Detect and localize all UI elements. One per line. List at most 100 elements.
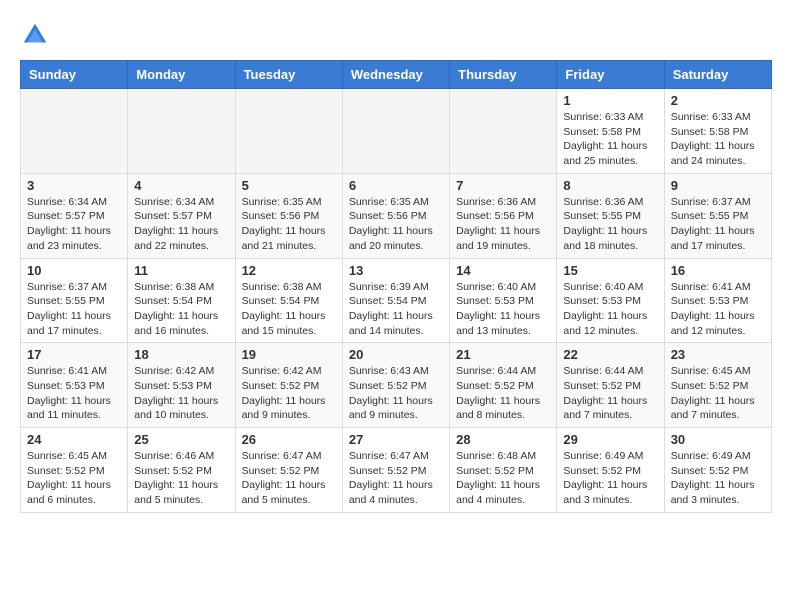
day-number: 15 [563,263,657,278]
calendar-cell [128,89,235,174]
day-number: 10 [27,263,121,278]
calendar-week-row: 3 Sunrise: 6:34 AM Sunset: 5:57 PM Daylig… [21,173,772,258]
day-header-saturday: Saturday [664,61,771,89]
calendar-cell: 2 Sunrise: 6:33 AM Sunset: 5:58 PM Daylig… [664,89,771,174]
logo-icon [20,20,50,50]
day-info: Sunrise: 6:36 AM Sunset: 5:56 PM Dayligh… [456,195,550,254]
day-info: Sunrise: 6:37 AM Sunset: 5:55 PM Dayligh… [671,195,765,254]
day-number: 26 [242,432,336,447]
calendar-cell: 23 Sunrise: 6:45 AM Sunset: 5:52 PM Dayli… [664,343,771,428]
calendar-cell: 17 Sunrise: 6:41 AM Sunset: 5:53 PM Dayli… [21,343,128,428]
day-info: Sunrise: 6:41 AM Sunset: 5:53 PM Dayligh… [671,280,765,339]
calendar-week-row: 10 Sunrise: 6:37 AM Sunset: 5:55 PM Dayli… [21,258,772,343]
day-header-tuesday: Tuesday [235,61,342,89]
day-number: 8 [563,178,657,193]
calendar-week-row: 24 Sunrise: 6:45 AM Sunset: 5:52 PM Dayli… [21,428,772,513]
day-info: Sunrise: 6:36 AM Sunset: 5:55 PM Dayligh… [563,195,657,254]
calendar-cell: 4 Sunrise: 6:34 AM Sunset: 5:57 PM Daylig… [128,173,235,258]
day-number: 4 [134,178,228,193]
day-number: 18 [134,347,228,362]
day-number: 9 [671,178,765,193]
day-info: Sunrise: 6:33 AM Sunset: 5:58 PM Dayligh… [563,110,657,169]
day-info: Sunrise: 6:49 AM Sunset: 5:52 PM Dayligh… [671,449,765,508]
calendar-cell: 7 Sunrise: 6:36 AM Sunset: 5:56 PM Daylig… [450,173,557,258]
day-info: Sunrise: 6:48 AM Sunset: 5:52 PM Dayligh… [456,449,550,508]
calendar-week-row: 17 Sunrise: 6:41 AM Sunset: 5:53 PM Dayli… [21,343,772,428]
calendar-cell: 12 Sunrise: 6:38 AM Sunset: 5:54 PM Dayli… [235,258,342,343]
day-info: Sunrise: 6:45 AM Sunset: 5:52 PM Dayligh… [27,449,121,508]
day-info: Sunrise: 6:43 AM Sunset: 5:52 PM Dayligh… [349,364,443,423]
day-number: 23 [671,347,765,362]
day-info: Sunrise: 6:44 AM Sunset: 5:52 PM Dayligh… [563,364,657,423]
day-number: 3 [27,178,121,193]
calendar-cell: 19 Sunrise: 6:42 AM Sunset: 5:52 PM Dayli… [235,343,342,428]
day-info: Sunrise: 6:37 AM Sunset: 5:55 PM Dayligh… [27,280,121,339]
day-number: 21 [456,347,550,362]
calendar-cell: 28 Sunrise: 6:48 AM Sunset: 5:52 PM Dayli… [450,428,557,513]
day-info: Sunrise: 6:42 AM Sunset: 5:53 PM Dayligh… [134,364,228,423]
day-info: Sunrise: 6:38 AM Sunset: 5:54 PM Dayligh… [134,280,228,339]
calendar-cell: 14 Sunrise: 6:40 AM Sunset: 5:53 PM Dayli… [450,258,557,343]
day-number: 6 [349,178,443,193]
day-number: 27 [349,432,443,447]
day-number: 19 [242,347,336,362]
calendar-cell: 22 Sunrise: 6:44 AM Sunset: 5:52 PM Dayli… [557,343,664,428]
day-number: 13 [349,263,443,278]
calendar-header-row: SundayMondayTuesdayWednesdayThursdayFrid… [21,61,772,89]
day-number: 14 [456,263,550,278]
day-number: 30 [671,432,765,447]
day-number: 16 [671,263,765,278]
calendar-cell [235,89,342,174]
calendar-cell: 18 Sunrise: 6:42 AM Sunset: 5:53 PM Dayli… [128,343,235,428]
day-info: Sunrise: 6:39 AM Sunset: 5:54 PM Dayligh… [349,280,443,339]
day-number: 5 [242,178,336,193]
day-number: 11 [134,263,228,278]
day-header-sunday: Sunday [21,61,128,89]
day-info: Sunrise: 6:40 AM Sunset: 5:53 PM Dayligh… [563,280,657,339]
day-info: Sunrise: 6:44 AM Sunset: 5:52 PM Dayligh… [456,364,550,423]
day-info: Sunrise: 6:47 AM Sunset: 5:52 PM Dayligh… [242,449,336,508]
calendar-cell: 20Sunrise: 6:43 AM Sunset: 5:52 PM Dayli… [342,343,449,428]
calendar-cell: 16 Sunrise: 6:41 AM Sunset: 5:53 PM Dayli… [664,258,771,343]
day-info: Sunrise: 6:33 AM Sunset: 5:58 PM Dayligh… [671,110,765,169]
day-info: Sunrise: 6:34 AM Sunset: 5:57 PM Dayligh… [27,195,121,254]
day-header-friday: Friday [557,61,664,89]
day-info: Sunrise: 6:40 AM Sunset: 5:53 PM Dayligh… [456,280,550,339]
day-number: 7 [456,178,550,193]
calendar-cell: 27 Sunrise: 6:47 AM Sunset: 5:52 PM Dayli… [342,428,449,513]
day-info: Sunrise: 6:38 AM Sunset: 5:54 PM Dayligh… [242,280,336,339]
day-number: 22 [563,347,657,362]
day-info: Sunrise: 6:49 AM Sunset: 5:52 PM Dayligh… [563,449,657,508]
day-number: 29 [563,432,657,447]
logo [20,20,54,50]
day-number: 1 [563,93,657,108]
calendar-cell: 21 Sunrise: 6:44 AM Sunset: 5:52 PM Dayli… [450,343,557,428]
calendar-cell: 13 Sunrise: 6:39 AM Sunset: 5:54 PM Dayli… [342,258,449,343]
calendar-cell: 15 Sunrise: 6:40 AM Sunset: 5:53 PM Dayli… [557,258,664,343]
calendar-cell: 10 Sunrise: 6:37 AM Sunset: 5:55 PM Dayli… [21,258,128,343]
day-info: Sunrise: 6:46 AM Sunset: 5:52 PM Dayligh… [134,449,228,508]
day-info: Sunrise: 6:45 AM Sunset: 5:52 PM Dayligh… [671,364,765,423]
calendar-cell: 11 Sunrise: 6:38 AM Sunset: 5:54 PM Dayli… [128,258,235,343]
day-number: 17 [27,347,121,362]
calendar-cell: 26 Sunrise: 6:47 AM Sunset: 5:52 PM Dayli… [235,428,342,513]
day-info: Sunrise: 6:35 AM Sunset: 5:56 PM Dayligh… [349,195,443,254]
day-number: 28 [456,432,550,447]
calendar-cell: 1 Sunrise: 6:33 AM Sunset: 5:58 PM Daylig… [557,89,664,174]
day-number: 2 [671,93,765,108]
day-info: Sunrise: 6:47 AM Sunset: 5:52 PM Dayligh… [349,449,443,508]
day-info: Sunrise: 6:41 AM Sunset: 5:53 PM Dayligh… [27,364,121,423]
day-number: 25 [134,432,228,447]
calendar-cell [342,89,449,174]
calendar-cell: 25 Sunrise: 6:46 AM Sunset: 5:52 PM Dayli… [128,428,235,513]
calendar-cell: 24 Sunrise: 6:45 AM Sunset: 5:52 PM Dayli… [21,428,128,513]
calendar-cell [450,89,557,174]
calendar-week-row: 1 Sunrise: 6:33 AM Sunset: 5:58 PM Daylig… [21,89,772,174]
day-number: 24 [27,432,121,447]
day-info: Sunrise: 6:35 AM Sunset: 5:56 PM Dayligh… [242,195,336,254]
day-header-thursday: Thursday [450,61,557,89]
day-number: 12 [242,263,336,278]
day-info: Sunrise: 6:34 AM Sunset: 5:57 PM Dayligh… [134,195,228,254]
calendar-cell: 9 Sunrise: 6:37 AM Sunset: 5:55 PM Daylig… [664,173,771,258]
day-info: Sunrise: 6:42 AM Sunset: 5:52 PM Dayligh… [242,364,336,423]
